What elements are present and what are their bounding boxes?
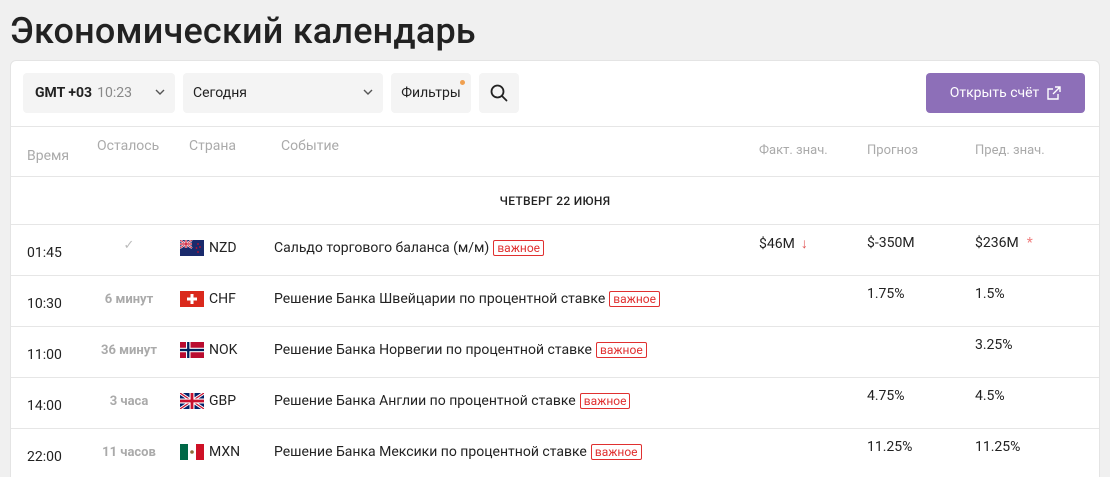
- chevron-down-icon: [155, 89, 165, 95]
- row-currency: GBP: [180, 393, 236, 409]
- row-previous: 3.25%: [975, 337, 1013, 353]
- row-previous: 11.25%: [975, 439, 1021, 455]
- row-remaining: 36 минут: [101, 343, 157, 358]
- col-country: Страна: [189, 138, 237, 154]
- row-actual: $46M ↓: [759, 235, 808, 252]
- chevron-down-icon: [363, 89, 373, 95]
- timezone-time: 10:23: [97, 85, 132, 101]
- toolbar: GMT +03 10:23 Сегодня Фильтры Открыть сч…: [11, 61, 1099, 127]
- event-name: Сальдо торгового баланса (м/м): [274, 240, 490, 256]
- filters-label: Фильтры: [401, 85, 461, 101]
- check-icon: ✓: [123, 238, 135, 253]
- flag-gb-icon: [180, 393, 204, 409]
- row-time: 01:45: [27, 245, 62, 261]
- filters-button[interactable]: Фильтры: [391, 73, 471, 113]
- row-event[interactable]: Решение Банка Норвегии по процентной ста…: [274, 342, 647, 358]
- importance-badge: важное: [579, 393, 631, 409]
- calendar-card: GMT +03 10:23 Сегодня Фильтры Открыть сч…: [10, 60, 1100, 477]
- asterisk-icon: *: [1026, 235, 1033, 251]
- open-account-label: Открыть счёт: [949, 85, 1040, 101]
- row-previous: 4.5%: [975, 388, 1005, 404]
- filters-indicator: [460, 80, 465, 85]
- row-remaining: 11 часов: [102, 445, 156, 460]
- row-remaining: 6 минут: [104, 292, 154, 307]
- flag-nz-icon: [180, 240, 204, 256]
- row-event[interactable]: Решение Банка Швейцарии по процентной ст…: [274, 291, 661, 307]
- row-forecast: 4.75%: [867, 388, 905, 404]
- row-forecast: 11.25%: [867, 439, 913, 455]
- row-previous: $236M *: [975, 235, 1033, 251]
- importance-badge: важное: [595, 342, 647, 358]
- row-time: 10:30: [27, 296, 62, 312]
- table-row[interactable]: 01:45 ✓ NZD Сальдо торгового баланса (м/…: [11, 225, 1099, 276]
- event-name: Решение Банка Норвегии по процентной ста…: [274, 342, 592, 358]
- flag-no-icon: [180, 342, 204, 358]
- search-icon: [490, 84, 508, 102]
- col-previous: Пред. знач.: [975, 143, 1045, 158]
- flag-mx-icon: [180, 444, 204, 460]
- currency-code: NOK: [209, 342, 238, 358]
- row-time: 14:00: [27, 398, 62, 414]
- row-currency: MXN: [180, 444, 240, 460]
- day-select[interactable]: Сегодня: [183, 73, 383, 113]
- row-event[interactable]: Решение Банка Мексики по процентной став…: [274, 444, 642, 460]
- event-name: Решение Банка Швейцарии по процентной ст…: [274, 291, 606, 307]
- row-currency: CHF: [180, 291, 236, 307]
- external-link-icon: [1047, 86, 1061, 100]
- row-forecast: $-350M: [867, 235, 915, 251]
- timezone-select[interactable]: GMT +03 10:23: [23, 73, 175, 113]
- row-event[interactable]: Решение Банка Англии по процентной ставк…: [274, 393, 631, 409]
- date-group-header: ЧЕТВЕРГ 22 ИЮНЯ: [11, 177, 1099, 225]
- col-actual: Факт. знач.: [759, 143, 828, 158]
- currency-code: MXN: [209, 444, 241, 460]
- page-title: Экономический календарь: [10, 10, 476, 52]
- open-account-button[interactable]: Открыть счёт: [926, 73, 1085, 113]
- importance-badge: важное: [590, 444, 642, 460]
- currency-code: CHF: [209, 291, 236, 307]
- flag-ch-icon: [180, 291, 204, 307]
- row-time: 11:00: [27, 347, 62, 363]
- importance-badge: важное: [609, 291, 661, 307]
- table-row[interactable]: 11:00 36 минут NOK Решение Банка Норвеги…: [11, 327, 1099, 378]
- row-time: 22:00: [27, 449, 62, 465]
- actual-value: $46M: [759, 236, 795, 252]
- row-remaining: 3 часа: [109, 394, 149, 409]
- day-select-value: Сегодня: [193, 85, 247, 101]
- currency-code: NZD: [209, 240, 237, 256]
- arrow-down-icon: ↓: [800, 236, 808, 252]
- col-forecast: Прогноз: [867, 143, 918, 158]
- row-currency: NOK: [180, 342, 237, 358]
- col-event: Событие: [281, 138, 339, 154]
- importance-badge: важное: [493, 240, 545, 256]
- table-row[interactable]: 10:30 6 минут CHF Решение Банка Швейцари…: [11, 276, 1099, 327]
- previous-value: $236M: [975, 235, 1019, 251]
- currency-code: GBP: [209, 393, 237, 409]
- timezone-label: GMT +03: [35, 85, 93, 101]
- col-remaining: Осталось: [97, 138, 160, 154]
- event-name: Решение Банка Мексики по процентной став…: [274, 444, 587, 460]
- row-forecast: 1.75%: [867, 286, 905, 302]
- table-header: Время Осталось Страна Событие Факт. знач…: [11, 127, 1099, 177]
- table-row[interactable]: 22:00 11 часов MXN Решение Банка Мексики…: [11, 429, 1099, 477]
- search-button[interactable]: [479, 73, 519, 113]
- table-row[interactable]: 14:00 3 часа GBP Решение Банка Англии по…: [11, 378, 1099, 429]
- event-name: Решение Банка Англии по процентной ставк…: [274, 393, 576, 409]
- row-currency: NZD: [180, 240, 237, 256]
- col-time: Время: [27, 148, 70, 164]
- row-event[interactable]: Сальдо торгового баланса (м/м) важное: [274, 240, 545, 256]
- row-previous: 1.5%: [975, 286, 1005, 302]
